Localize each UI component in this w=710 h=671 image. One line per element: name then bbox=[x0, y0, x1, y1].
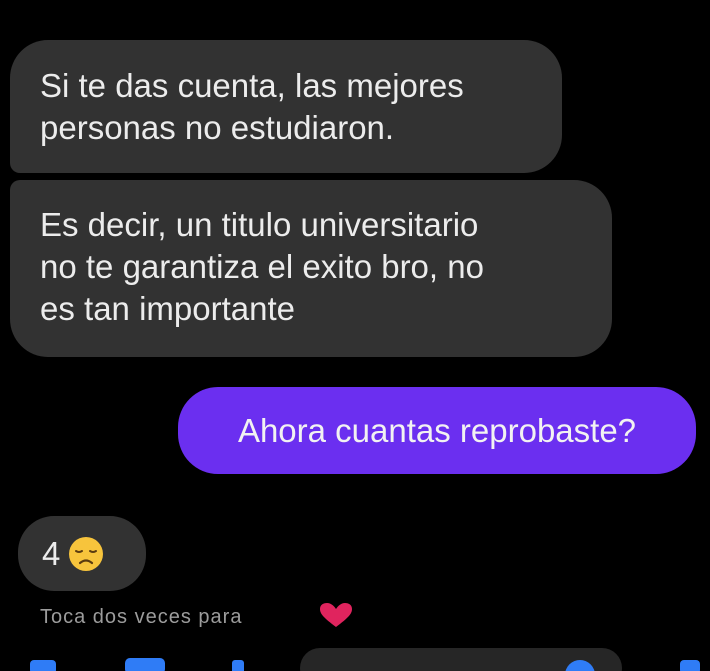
gallery-icon[interactable] bbox=[232, 660, 244, 671]
incoming-message-bubble[interactable]: Es decir, un titulo universitario no te … bbox=[10, 180, 612, 357]
like-button-icon[interactable] bbox=[680, 660, 700, 671]
chat-screen: Si te das cuenta, las mejores personas n… bbox=[0, 0, 710, 671]
camera-icon[interactable] bbox=[125, 658, 165, 671]
message-text: 4 bbox=[42, 534, 61, 572]
incoming-message-bubble[interactable]: Si te das cuenta, las mejores personas n… bbox=[10, 40, 562, 173]
outgoing-message-bubble[interactable]: Ahora cuantas reprobaste? bbox=[178, 387, 696, 474]
message-text: Si te das cuenta, las mejores personas n… bbox=[40, 67, 464, 146]
reaction-hint-text: Toca dos veces para bbox=[40, 606, 243, 628]
incoming-message-bubble[interactable]: 4 bbox=[18, 516, 146, 591]
heart-icon bbox=[320, 603, 352, 627]
more-actions-icon[interactable] bbox=[30, 660, 56, 671]
disappointed-face-emoji bbox=[69, 536, 104, 571]
message-text: Es decir, un titulo universitario no te … bbox=[40, 206, 484, 327]
message-text: Ahora cuantas reprobaste? bbox=[237, 411, 637, 449]
